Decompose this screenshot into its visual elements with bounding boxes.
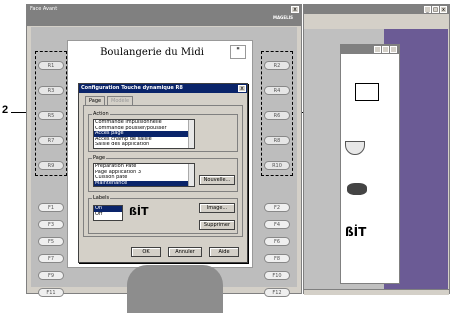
page-scrollbar[interactable] [188,164,194,186]
dialog-close-button[interactable]: x [238,85,246,92]
image-library-pane: ßİT [340,44,400,284]
key-r8[interactable]: R8 [264,136,290,145]
tools-icon[interactable]: ßİT [345,223,367,241]
close-button[interactable]: x [291,6,299,13]
key-f7[interactable]: F7 [38,254,64,263]
new-page-button[interactable]: Nouvelle... [199,175,235,185]
front-panel-title: Face Avant [27,5,301,14]
key-r4[interactable]: R4 [264,86,290,95]
screen-thumbnail-icon[interactable] [355,83,379,101]
oven-icon[interactable] [347,183,367,195]
delete-button[interactable]: Supprimer [199,220,235,230]
page-label: Page [92,155,107,161]
key-f1[interactable]: F1 [38,203,64,212]
key-r5[interactable]: R5 [38,111,64,120]
key-r7[interactable]: R7 [38,136,64,145]
action-label: Action [92,111,110,117]
navigation-keypad [127,265,223,313]
key-f6[interactable]: F6 [264,237,290,246]
key-r9[interactable]: R9 [38,161,64,170]
key-f2[interactable]: F2 [264,203,290,212]
bowl-icon[interactable] [345,141,365,155]
screen-title: Boulangerie du Midi [100,47,204,58]
config-dialog: Configuration Touche dynamique R8 x Page… [78,83,248,263]
page-group: Page Préparation Pâte Page application 3… [88,155,238,192]
key-r3[interactable]: R3 [38,86,64,95]
help-button[interactable]: Aide [209,247,239,257]
tab-panel: Action Commande impulsionnelle Commande … [83,105,243,237]
status-bar [304,289,449,295]
ok-button[interactable]: OK [131,247,161,257]
library-maximize-button[interactable] [382,46,389,53]
key-f3[interactable]: F3 [38,220,64,229]
key-f9[interactable]: F9 [38,271,64,280]
labels-group: Labels On Off ßİT Image... Supprimer [88,195,238,234]
key-f10[interactable]: F10 [264,271,290,280]
library-minimize-button[interactable] [374,46,381,53]
action-item[interactable]: Saisie des application [94,142,194,148]
key-r10[interactable]: R10 [264,161,290,170]
page-list[interactable]: Préparation Pâte Page application 3 Cuis… [93,163,195,187]
key-f5[interactable]: F5 [38,237,64,246]
cancel-button[interactable]: Annuler [168,247,202,257]
key-r1[interactable]: R1 [38,61,64,70]
action-scrollbar[interactable] [188,120,194,148]
page-item-selected[interactable]: Maintenance [94,180,194,186]
screen-thumbnail-icon: ▦ [230,45,246,59]
library-close-button[interactable] [390,46,397,53]
key-r2[interactable]: R2 [264,61,290,70]
action-list[interactable]: Commande impulsionnelle Commande pousser… [93,119,195,149]
tools-icon: ßİT [129,205,149,218]
key-f4[interactable]: F4 [264,220,290,229]
action-group: Action Commande impulsionnelle Commande … [88,111,238,152]
minimize-button[interactable]: _ [424,6,431,13]
callout-left: 2 [2,104,9,116]
right-window: _ □ x ßİT [303,4,450,295]
key-f8[interactable]: F8 [264,254,290,263]
label-list[interactable]: On Off [93,205,123,221]
close-button[interactable]: x [440,6,447,13]
label-item[interactable]: Off [94,212,122,218]
maximize-button[interactable]: □ [432,6,439,13]
labels-label: Labels [92,195,111,201]
brand-logo: MAGELIS [272,15,293,20]
dialog-title: Configuration Touche dynamique R8 [79,84,247,93]
top-strip: MAGELIS [27,14,301,26]
image-button[interactable]: Image... [199,203,235,213]
key-r6[interactable]: R6 [264,111,290,120]
